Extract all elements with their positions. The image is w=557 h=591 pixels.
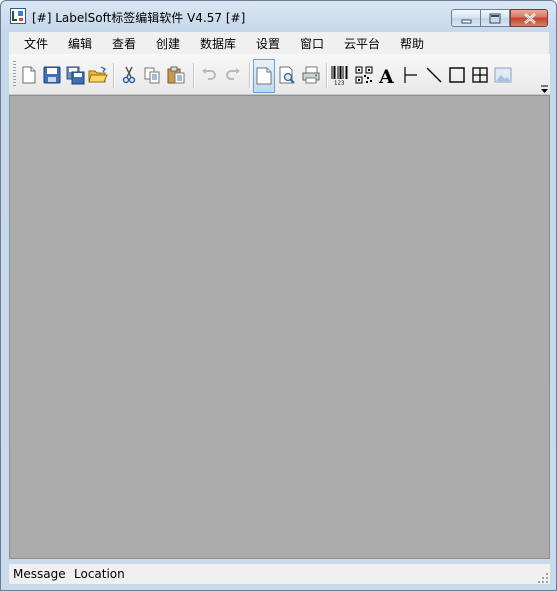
save-as-icon [66,66,85,85]
maximize-button[interactable] [481,9,510,27]
rectangle-button[interactable] [447,65,467,85]
vertical-line-button[interactable] [401,65,421,85]
print-preview-button[interactable] [277,65,297,85]
menu-cloud-platform[interactable]: 云平台 [344,35,380,52]
chevron-down-icon [541,85,548,93]
toolbar-separator [193,63,195,88]
redo-icon [226,68,240,80]
resize-grip-icon[interactable] [538,572,548,583]
menu-window[interactable]: 窗口 [300,35,324,52]
page-setup-button[interactable] [253,59,275,93]
menu-help[interactable]: 帮助 [400,35,424,52]
table-button[interactable] [470,65,490,85]
labelsoft-app-icon[interactable] [10,8,26,24]
status-location: Location [74,567,125,581]
menu-database[interactable]: 数据库 [200,35,236,52]
print-button[interactable] [301,65,321,85]
redo-button[interactable] [223,65,243,85]
title-bar[interactable]: [#] LabelSoft标签编辑软件 V4.57 [#] [1,1,556,31]
open-folder-button[interactable] [88,65,108,85]
close-button[interactable] [510,9,548,27]
open-folder-icon [88,66,108,83]
svg-text:123: 123 [334,81,345,86]
toolbar-separator [249,63,251,88]
minimize-button[interactable] [451,9,481,27]
table-icon [472,67,488,83]
toolbar-overflow-button[interactable] [540,83,549,93]
status-bar: Message Location [9,564,550,584]
new-file-button[interactable] [19,65,39,85]
svg-text:A: A [378,66,394,85]
image-icon [494,67,512,83]
vertical-line-icon [404,67,417,83]
qr-code-icon [355,66,373,84]
barcode-button[interactable]: 123 [330,65,350,85]
menu-bar: 文件 编辑 查看 创建 数据库 设置 窗口 云平台 帮助 [9,32,549,54]
toolbar-grip[interactable] [13,61,16,88]
undo-icon [202,68,216,80]
menu-create[interactable]: 创建 [156,35,180,52]
text-tool-button[interactable]: A [377,65,397,85]
image-button[interactable] [493,65,513,85]
toolbar-separator [113,63,115,88]
paste-icon [167,66,185,84]
copy-button[interactable] [142,65,162,85]
menu-settings[interactable]: 设置 [256,35,280,52]
qr-code-button[interactable] [354,65,374,85]
paste-button[interactable] [166,65,186,85]
menu-file[interactable]: 文件 [24,35,48,52]
toolbar: 123 A [9,54,550,95]
print-preview-icon [279,66,295,84]
cut-icon [122,66,136,84]
rectangle-icon [449,67,465,83]
menu-view[interactable]: 查看 [112,35,136,52]
diagonal-line-button[interactable] [424,65,444,85]
diagonal-line-icon [426,67,442,83]
save-icon [43,66,61,84]
maximize-icon [489,13,501,24]
text-icon: A [378,66,394,85]
document-workspace[interactable] [9,95,550,559]
barcode-icon: 123 [331,66,348,86]
print-icon [302,66,320,84]
page-setup-icon [256,67,272,85]
toolbar-separator [326,63,328,88]
new-file-icon [22,66,36,84]
cut-button[interactable] [119,65,139,85]
window-title: [#] LabelSoft标签编辑软件 V4.57 [#] [32,11,246,25]
close-icon [524,13,536,24]
status-message: Message [13,567,66,581]
menu-edit[interactable]: 编辑 [68,35,92,52]
app-window: [#] LabelSoft标签编辑软件 V4.57 [#] 文件 编辑 查看 创… [0,0,557,591]
save-as-button[interactable] [65,65,85,85]
save-button[interactable] [42,65,62,85]
copy-icon [144,67,160,84]
minimize-icon [461,19,472,24]
undo-button[interactable] [199,65,219,85]
